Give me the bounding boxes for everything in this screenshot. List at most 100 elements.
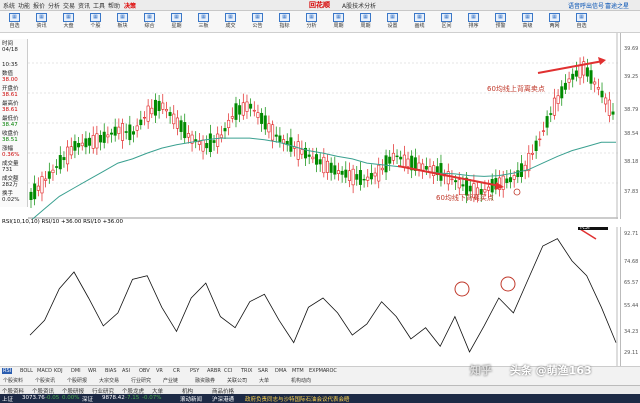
candle-body <box>212 140 216 143</box>
axis-tick: 38.79 <box>624 107 639 113</box>
info-tab-4[interactable]: 行业研究 <box>130 377 152 384</box>
menu-item-6[interactable]: 工具 <box>93 1 105 10</box>
toolbar-button-10[interactable]: ▦ 指标 <box>274 13 295 31</box>
toolbar-button-6[interactable]: ▦ 星期 <box>166 13 187 31</box>
toolbar-button-15[interactable]: ▦ 画线 <box>409 13 430 31</box>
indicator-tab-vr[interactable]: VR <box>155 368 164 374</box>
toolbar-button-12[interactable]: ▦ 周期 <box>328 13 349 31</box>
menu-item-7[interactable]: 帮助 <box>108 1 120 10</box>
toolbar-button-16[interactable]: ▦ 区间 <box>436 13 457 31</box>
toolbar-button-20[interactable]: ▦ 两网 <box>544 13 565 31</box>
candle-body <box>95 133 99 149</box>
candle-body <box>604 97 608 105</box>
toolbar-button-18[interactable]: ▦ 预警 <box>490 13 511 31</box>
info-tab-9[interactable]: 机构动向 <box>290 377 312 384</box>
voice-signal[interactable]: 语音呼出信号 <box>568 1 604 10</box>
menu-item-0[interactable]: 系统 <box>3 1 15 10</box>
candle-body <box>40 176 44 194</box>
candle-body <box>142 117 146 119</box>
candle-body <box>329 162 333 173</box>
toolbar-button-7[interactable]: ▦ 三板 <box>193 13 214 31</box>
indicator-tab-trix[interactable]: TRIX <box>240 368 253 374</box>
tool-icon: ▦ <box>549 13 560 22</box>
tool-label: 画线 <box>414 23 425 29</box>
tool-icon: ▦ <box>63 13 74 22</box>
candle-body <box>234 103 238 120</box>
tool-label: 分析 <box>306 23 317 29</box>
indicator-tab-dmi[interactable]: DMI <box>70 368 82 374</box>
toolbar-button-19[interactable]: ▦ 高级 <box>517 13 538 31</box>
tool-icon: ▦ <box>171 13 182 22</box>
quote-value: 38.47 <box>2 122 18 128</box>
quote-value: 10:35 <box>2 62 18 68</box>
menu-item-1[interactable]: 功能 <box>18 1 30 10</box>
menu-item-2[interactable]: 报价 <box>33 1 45 10</box>
candle-body <box>347 170 351 181</box>
candle-body <box>340 170 344 175</box>
indicator-tab-cr[interactable]: CR <box>172 368 181 374</box>
toolbar-button-4[interactable]: ▦ 板块 <box>112 13 133 31</box>
toolbar-button-17[interactable]: ▦ 排序 <box>463 13 484 31</box>
toolbar-button-2[interactable]: ▦ 大盘 <box>58 13 79 31</box>
toolbar-button-0[interactable]: ▦ 自选 <box>4 13 25 31</box>
toolbar-button-14[interactable]: ▦ 设置 <box>382 13 403 31</box>
candle-body <box>256 112 260 118</box>
menu-accent[interactable]: 决策 <box>124 1 136 10</box>
info-tab-8[interactable]: 大单 <box>258 377 270 384</box>
indicator-tab-rsi[interactable]: RSI <box>2 368 13 374</box>
axis-tick: 92.71 <box>624 231 639 237</box>
toolbar-button-11[interactable]: ▦ 分析 <box>301 13 322 31</box>
toolbar-button-9[interactable]: ▦ 公告 <box>247 13 268 31</box>
toolbar-button-13[interactable]: ▦ 周期 <box>355 13 376 31</box>
indicator-tab-dma[interactable]: DMA <box>274 368 288 374</box>
toolbar-button-1[interactable]: ▦ 资讯 <box>31 13 52 31</box>
indicator-tab-arbr[interactable]: ARBR <box>206 368 222 374</box>
candle-body <box>102 131 106 143</box>
candle-body <box>29 191 33 200</box>
tool-label: 公告 <box>252 23 263 29</box>
indicator-tab-roc[interactable]: ROC <box>325 368 338 374</box>
quote-info-panel: 时间 04/18 10:35 数值 38.00 开盘价 38.61 最高价 38.61 最低价 38… <box>0 39 28 207</box>
rsi-header-text: RSI(10,10,10) RSI/10 +36.00 RSI/10 +36.0… <box>2 219 123 225</box>
candle-body <box>593 81 597 85</box>
candle-body <box>84 138 88 148</box>
tool-icon: ▦ <box>468 13 479 22</box>
info-tab-2[interactable]: 个股研报 <box>66 377 88 384</box>
candle-body <box>55 166 59 168</box>
toolbar-button-8[interactable]: ▦ 成交 <box>220 13 241 31</box>
news-ticker[interactable]: 政府负责同志与沙特国际石油会议代表会晤 <box>245 395 350 403</box>
tool-label: 预警 <box>495 23 506 29</box>
axis-tick: 65.57 <box>624 280 639 286</box>
indicator-tab-cci[interactable]: CCI <box>223 368 233 374</box>
indicator-tab-boll[interactable]: BOLL <box>19 368 34 374</box>
menu-item-3[interactable]: 分析 <box>48 1 60 10</box>
indicator-tab-asi[interactable]: ASI <box>121 368 131 374</box>
tool-label: 星期 <box>171 23 182 29</box>
info-tab-1[interactable]: 个股资讯 <box>34 377 56 384</box>
tool-label: 设置 <box>387 23 398 29</box>
indicator-tab-psy[interactable]: PSY <box>189 368 200 374</box>
tool-label: 三板 <box>198 23 209 29</box>
info-tab-0[interactable]: 个股资料 <box>2 377 24 384</box>
info-tab-3[interactable]: 大宗交易 <box>98 377 120 384</box>
candle-body <box>278 135 282 142</box>
indicator-tab-macd[interactable]: MACD <box>36 368 53 374</box>
menu-item-5[interactable]: 资讯 <box>78 1 90 10</box>
info-tab-6[interactable]: 融资融券 <box>194 377 216 384</box>
indicator-tab-wr[interactable]: WR <box>87 368 97 374</box>
quote-value: 731 <box>2 167 13 173</box>
indicator-tab-sar[interactable]: SAR <box>257 368 269 374</box>
indicator-tab-bias[interactable]: BIAS <box>104 368 118 374</box>
indicator-tab-mtm[interactable]: MTM <box>291 368 305 374</box>
tool-label: 综合 <box>144 23 155 29</box>
info-tab-7[interactable]: 关联公司 <box>226 377 248 384</box>
toolbar-button-3[interactable]: ▦ 个股 <box>85 13 106 31</box>
indicator-tab-kdj[interactable]: KDJ <box>53 368 64 374</box>
candle-body <box>161 102 165 110</box>
menu-item-4[interactable]: 交易 <box>63 1 75 10</box>
toolbar-button-5[interactable]: ▦ 综合 <box>139 13 160 31</box>
toolbar-button-21[interactable]: ▦ 自选 <box>571 13 592 31</box>
indicator-tab-obv[interactable]: OBV <box>138 368 151 374</box>
info-tab-5[interactable]: 产业链 <box>162 377 179 384</box>
candle-body <box>530 152 534 155</box>
